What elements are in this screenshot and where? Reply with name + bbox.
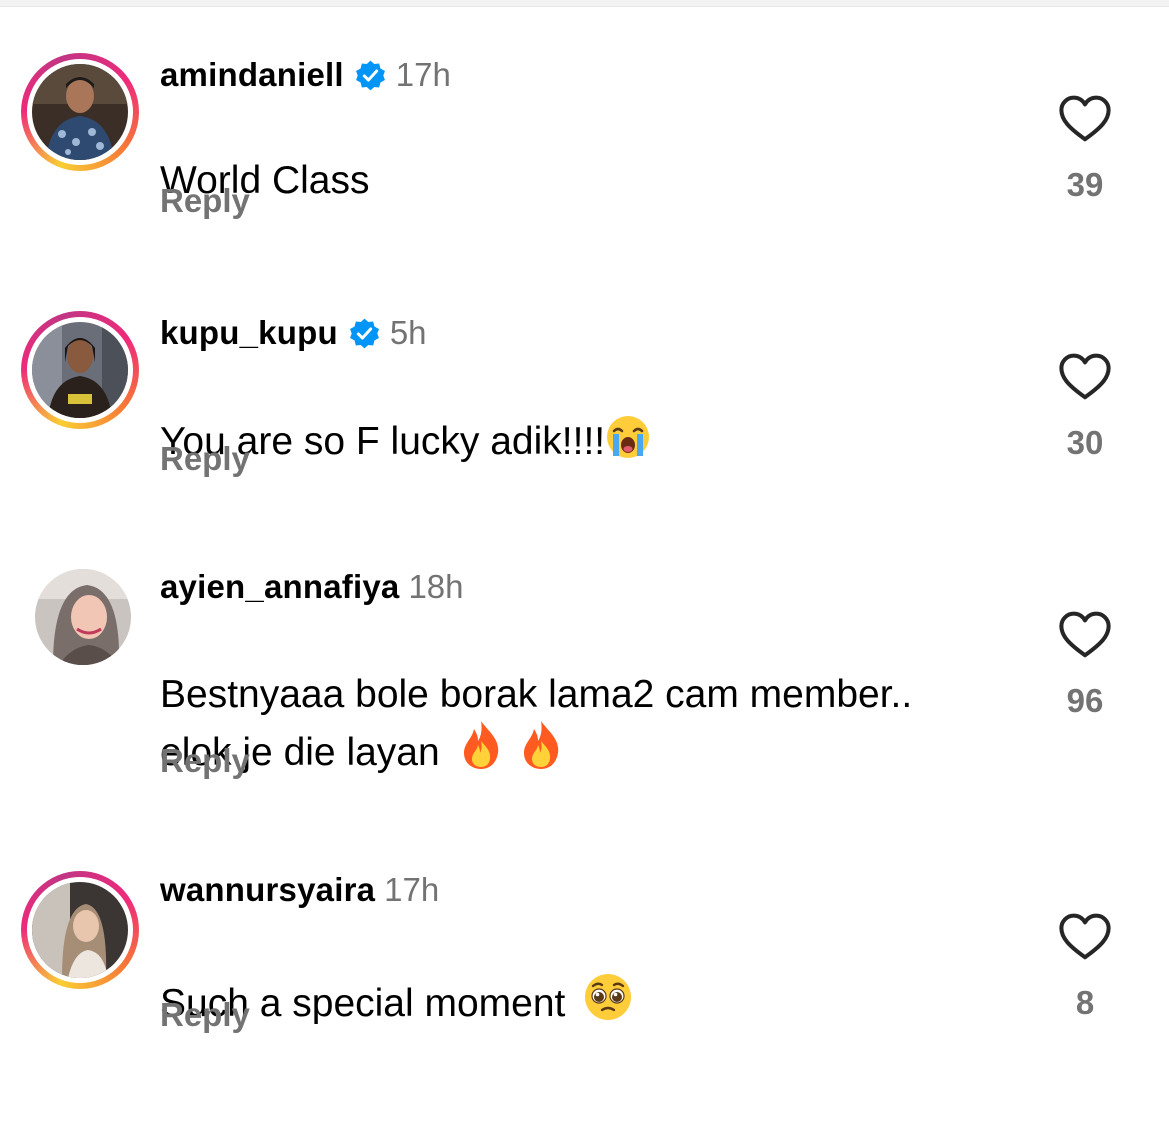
comment-item: ayien_annafiya 18h Bestnyaaa bole borak … (0, 566, 1169, 806)
like-count: 30 (1066, 424, 1104, 461)
reply-button[interactable]: Reply (160, 996, 250, 1034)
comment-timestamp: 5h (389, 314, 427, 351)
comment-item: kupu_kupu 5h You are so F lucky adik!!!!… (0, 308, 1169, 548)
verified-badge-icon (355, 60, 385, 90)
comment-username[interactable]: wannursyaira (160, 871, 375, 909)
heart-outline-icon[interactable] (1058, 610, 1112, 660)
top-divider (0, 0, 1169, 7)
loudly-crying-face-icon (607, 416, 650, 458)
like-count: 96 (1066, 682, 1104, 719)
comment-username[interactable]: kupu_kupu (160, 314, 338, 352)
avatar-story-ring[interactable] (21, 311, 139, 429)
comment-username[interactable]: amindaniell (160, 56, 344, 94)
avatar (32, 882, 128, 978)
verified-badge-icon (349, 318, 379, 348)
comment-timestamp: 17h (384, 871, 440, 908)
comment-timestamp: 18h (408, 568, 464, 605)
pleading-face-icon (585, 974, 632, 1020)
comment-item: amindaniell 17h World Class Reply 39 (0, 50, 1169, 290)
heart-outline-icon[interactable] (1058, 912, 1112, 962)
like-count: 39 (1066, 166, 1104, 203)
comment-timestamp: 17h (395, 56, 451, 93)
fire-icon (463, 721, 498, 769)
heart-outline-icon[interactable] (1058, 94, 1112, 144)
reply-button[interactable]: Reply (160, 742, 250, 780)
reply-button[interactable]: Reply (160, 440, 250, 478)
like-count: 8 (1075, 984, 1095, 1021)
avatar-story-ring[interactable] (21, 53, 139, 171)
avatar-story-ring[interactable] (21, 871, 139, 989)
heart-outline-icon[interactable] (1058, 352, 1112, 402)
avatar (32, 64, 128, 160)
reply-button[interactable]: Reply (160, 182, 250, 220)
fire-icon (523, 721, 558, 769)
comment-item: wannursyaira 17h Such a special moment R… (0, 868, 1169, 1108)
avatar (32, 322, 128, 418)
avatar[interactable] (35, 569, 131, 665)
comment-username[interactable]: ayien_annafiya (160, 568, 399, 606)
